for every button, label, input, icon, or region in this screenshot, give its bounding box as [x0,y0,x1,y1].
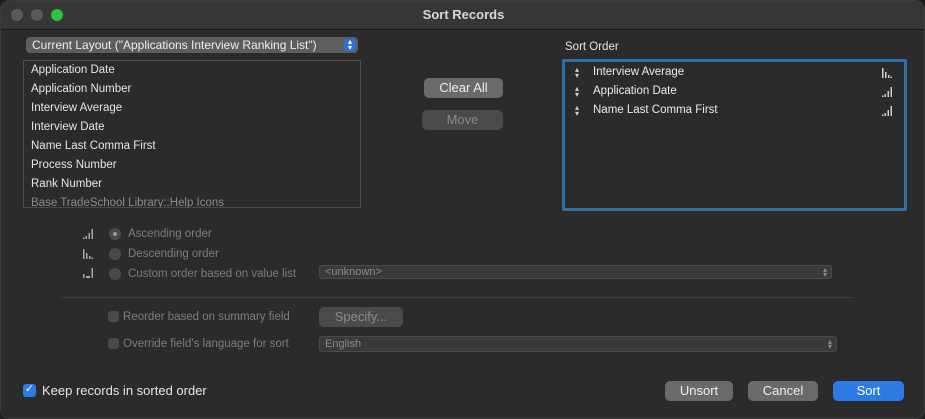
drag-handle-icon[interactable]: ▴ ▾ [575,85,579,99]
specify-button[interactable]: Specify... [319,307,403,327]
list-item[interactable]: Process Number [31,159,117,171]
list-item[interactable]: Interview Date [31,121,105,133]
descending-order-radio[interactable] [109,248,121,260]
list-item[interactable]: Base TradeSchool Library::Help Icons [31,197,224,207]
custom-order-icon [83,268,93,278]
ascending-order-icon [882,87,892,97]
sort-records-dialog: Sort Records Current Layout ("Applicatio… [0,0,925,419]
layout-popup-value: Current Layout ("Applications Interview … [32,38,317,52]
divider [61,297,853,298]
unsort-button[interactable]: Unsort [665,381,733,401]
sort-order-label: Sort Order [565,41,619,53]
reorder-summary-label: Reorder based on summary field [123,311,290,323]
reorder-summary-checkbox[interactable] [108,311,119,322]
title-bar: Sort Records [1,1,924,30]
keep-sorted-label: Keep records in sorted order [42,383,207,398]
drag-handle-icon[interactable]: ▴ ▾ [575,66,579,80]
cancel-button[interactable]: Cancel [748,381,818,401]
drag-handle-icon[interactable]: ▴ ▾ [575,104,579,118]
list-item[interactable]: Rank Number [31,178,102,190]
override-language-checkbox[interactable] [108,338,119,349]
ascending-order-radio[interactable] [109,228,121,240]
keep-sorted-checkbox[interactable]: ✓ [23,384,36,397]
list-item[interactable]: Application Number [31,83,131,95]
override-language-label: Override field's language for sort [123,338,289,350]
language-value: English [325,338,362,350]
sort-button[interactable]: Sort [833,381,904,401]
value-list-value: <unknown> [325,266,382,278]
sort-order-list[interactable]: ▴ ▾ Interview Average ▴ ▾ Application Date… [562,59,907,211]
layout-popup[interactable]: Current Layout ("Applications Interview … [26,37,358,53]
chevron-updown-icon: ▴ ▾ [822,265,827,279]
list-item[interactable]: Interview Average [31,102,122,114]
move-button[interactable]: Move [422,110,503,130]
list-item[interactable]: Application Date [31,64,115,76]
sort-order-row[interactable]: ▴ ▾ Interview Average [565,64,904,83]
popup-chevron-icon: ▴ ▾ [344,38,356,52]
descending-order-icon [882,68,892,78]
sort-order-row[interactable]: ▴ ▾ Application Date [565,83,904,102]
descending-order-label: Descending order [128,248,219,260]
clear-all-button[interactable]: Clear All [424,78,503,98]
custom-order-radio[interactable] [109,268,121,280]
sort-field-name: Interview Average [593,66,685,78]
value-list-popup[interactable]: <unknown> ▴ ▾ [319,265,832,279]
language-popup[interactable]: English ▴ ▾ [319,336,837,352]
custom-order-label: Custom order based on value list [128,268,297,280]
window-title: Sort Records [422,7,505,22]
descending-order-icon [83,249,93,259]
sort-field-name: Application Date [593,85,677,97]
sort-field-name: Name Last Comma First [593,104,718,116]
sort-order-row[interactable]: ▴ ▾ Name Last Comma First [565,102,904,121]
field-list[interactable]: Application Date Application Number Inte… [23,60,361,208]
ascending-order-icon [83,229,93,239]
ascending-order-label: Ascending order [128,228,212,240]
chevron-updown-icon: ▴ ▾ [827,337,832,351]
ascending-order-icon [882,106,892,116]
list-item[interactable]: Name Last Comma First [31,140,156,152]
